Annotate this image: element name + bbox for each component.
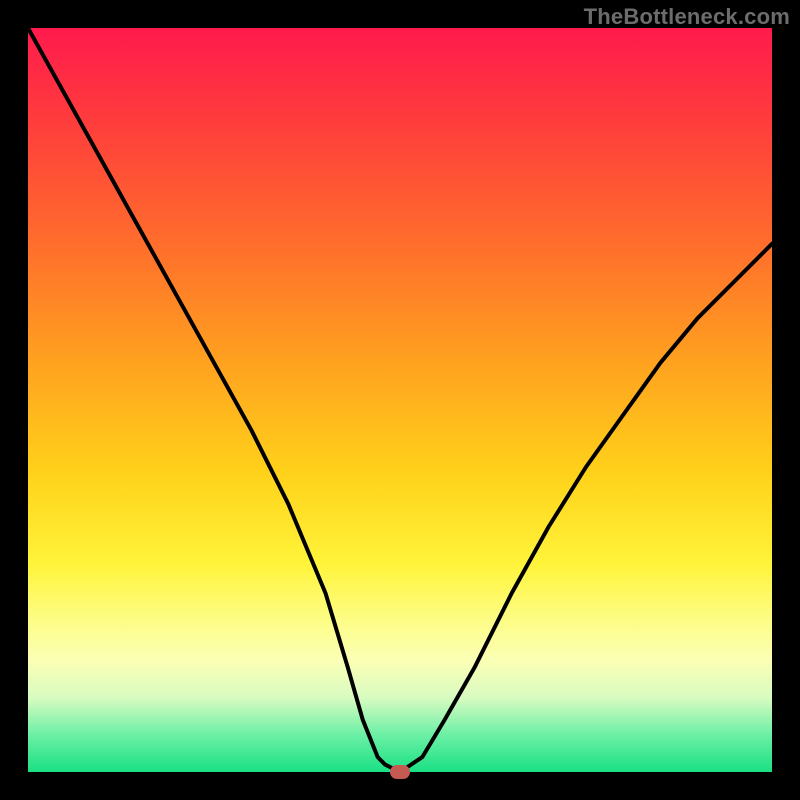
bottleneck-curve xyxy=(28,28,772,772)
plot-area xyxy=(28,28,772,772)
optimal-point-marker xyxy=(390,765,410,779)
watermark-text: TheBottleneck.com xyxy=(584,4,790,30)
chart-frame: TheBottleneck.com xyxy=(0,0,800,800)
